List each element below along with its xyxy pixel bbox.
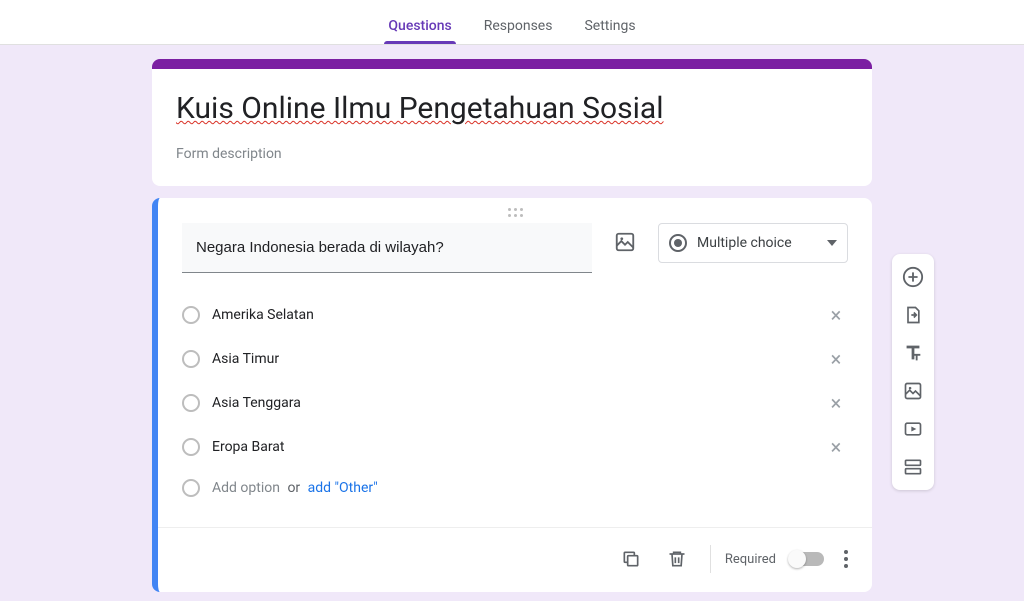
duplicate-icon[interactable] bbox=[612, 540, 650, 578]
option-text[interactable]: Amerika Selatan bbox=[212, 307, 812, 323]
form-title[interactable]: Kuis Online Ilmu Pengetahuan Sosial bbox=[176, 89, 848, 128]
question-type-select[interactable]: Multiple choice bbox=[658, 223, 848, 263]
required-label: Required bbox=[725, 552, 776, 567]
add-image-icon[interactable] bbox=[606, 223, 644, 261]
remove-option-icon[interactable]: × bbox=[824, 435, 848, 459]
import-questions-icon[interactable] bbox=[896, 298, 930, 332]
form-description[interactable]: Form description bbox=[176, 146, 848, 162]
option-text[interactable]: Asia Tenggara bbox=[212, 395, 812, 411]
add-other-link[interactable]: add "Other" bbox=[308, 480, 378, 496]
radio-empty-icon bbox=[182, 479, 200, 497]
add-option-row: Add option or add "Other" bbox=[182, 469, 848, 507]
question-footer: Required bbox=[158, 527, 872, 592]
option-row: Eropa Barat × bbox=[182, 425, 848, 469]
more-options-icon[interactable] bbox=[838, 544, 854, 574]
add-title-icon[interactable] bbox=[896, 336, 930, 370]
radio-empty-icon bbox=[182, 306, 200, 324]
required-toggle[interactable] bbox=[790, 552, 824, 566]
option-row: Asia Tenggara × bbox=[182, 381, 848, 425]
drag-handle[interactable] bbox=[158, 204, 872, 223]
radio-empty-icon bbox=[182, 350, 200, 368]
radio-empty-icon bbox=[182, 438, 200, 456]
option-text[interactable]: Eropa Barat bbox=[212, 439, 812, 455]
add-question-icon[interactable] bbox=[896, 260, 930, 294]
chevron-down-icon bbox=[827, 240, 837, 246]
question-card: Multiple choice Amerika Selatan × Asia T… bbox=[152, 198, 872, 592]
form-container: Kuis Online Ilmu Pengetahuan Sosial Form… bbox=[152, 59, 872, 592]
remove-option-icon[interactable]: × bbox=[824, 303, 848, 327]
divider bbox=[710, 545, 711, 573]
radio-icon bbox=[669, 234, 687, 252]
option-text[interactable]: Asia Timur bbox=[212, 351, 812, 367]
question-text-input[interactable] bbox=[182, 223, 592, 273]
tab-settings[interactable]: Settings bbox=[580, 10, 639, 44]
add-video-icon[interactable] bbox=[896, 412, 930, 446]
add-image-toolbar-icon[interactable] bbox=[896, 374, 930, 408]
side-toolbar bbox=[892, 254, 934, 490]
tab-questions[interactable]: Questions bbox=[384, 10, 455, 44]
or-text: or bbox=[287, 480, 300, 496]
radio-empty-icon bbox=[182, 394, 200, 412]
remove-option-icon[interactable]: × bbox=[824, 391, 848, 415]
delete-icon[interactable] bbox=[658, 540, 696, 578]
tab-responses[interactable]: Responses bbox=[480, 10, 557, 44]
form-header-card: Kuis Online Ilmu Pengetahuan Sosial Form… bbox=[152, 59, 872, 186]
option-row: Asia Timur × bbox=[182, 337, 848, 381]
add-section-icon[interactable] bbox=[896, 450, 930, 484]
remove-option-icon[interactable]: × bbox=[824, 347, 848, 371]
question-type-label: Multiple choice bbox=[697, 235, 817, 251]
add-option-button[interactable]: Add option bbox=[212, 480, 280, 496]
tabs-bar: Questions Responses Settings bbox=[0, 0, 1024, 45]
option-row: Amerika Selatan × bbox=[182, 293, 848, 337]
